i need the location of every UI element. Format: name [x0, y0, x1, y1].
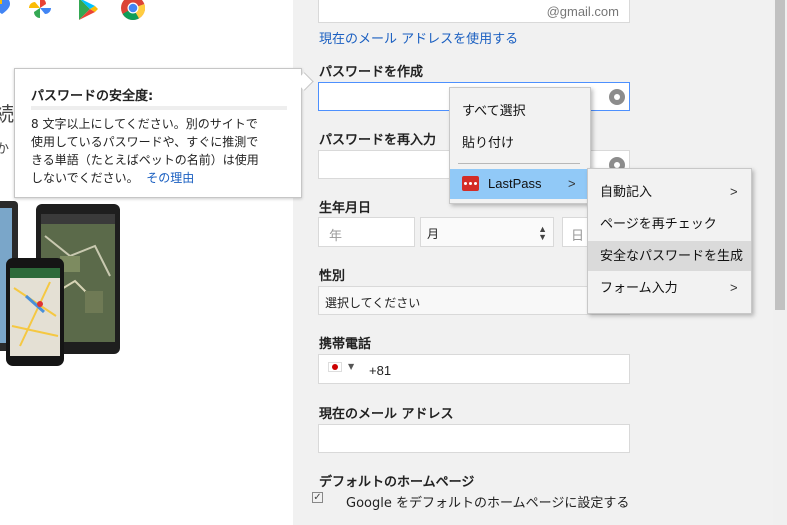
tooltip-line: 8 文字以上にしてください。別のサイトで [31, 117, 258, 131]
birth-year-placeholder: 年 [329, 228, 343, 243]
mobile-input[interactable]: +81 [318, 354, 630, 384]
lastpass-logo-icon [462, 176, 479, 191]
current-email-input[interactable] [318, 424, 630, 453]
password-strength-bar [31, 106, 287, 110]
confirm-password-label: パスワードを再入力 [319, 133, 437, 148]
mobile-label: 携帯電話 [319, 337, 372, 352]
google-photos-icon [29, 0, 51, 18]
promo-heading-fragment: 続 [0, 102, 14, 126]
promo-text-fragment: か [0, 142, 10, 157]
google-play-icon [77, 0, 99, 20]
lastpass-submenu: 自動記入 > ページを再チェック 安全なパスワードを生成 フォーム入力 > [587, 168, 752, 314]
country-code: +81 [369, 363, 392, 378]
use-current-email-link[interactable]: 現在のメール アドレスを使用する [319, 28, 518, 47]
menu-separator [458, 163, 580, 164]
homepage-checkbox[interactable]: ✓ [312, 492, 323, 503]
birth-year-input[interactable]: 年 [318, 217, 415, 247]
password-strength-tooltip: パスワードの安全度: 8 文字以上にしてください。別のサイトで 使用しているパス… [14, 68, 302, 198]
tooltip-line: しないでください。 その理由 [31, 169, 293, 187]
menu-item-select-all[interactable]: すべて選択 [450, 96, 590, 126]
username-input[interactable]: @gmail.com [318, 0, 630, 23]
current-email-label: 現在のメール アドレス [319, 407, 454, 422]
birthday-label: 生年月日 [319, 201, 372, 216]
tooltip-body: 8 文字以上にしてください。別のサイトで 使用しているパスワードや、すぐに推測で… [31, 115, 293, 187]
tooltip-title: パスワードの安全度: [31, 89, 154, 104]
chevron-right-icon: > [730, 280, 738, 295]
devices-illustration [0, 196, 130, 371]
submenu-item-recheck-page[interactable]: ページを再チェック [588, 209, 751, 239]
tooltip-line: 使用しているパスワードや、すぐに推測で [31, 135, 259, 149]
page-scrollbar[interactable] [773, 0, 787, 525]
lastpass-label: LastPass [488, 176, 542, 191]
submenu-item-generate-password[interactable]: 安全なパスワードを生成 [588, 241, 751, 271]
country-dropdown-icon[interactable]: ▼ [348, 362, 354, 371]
why-link[interactable]: その理由 [146, 171, 194, 185]
menu-item-paste[interactable]: 貼り付け [450, 128, 590, 158]
select-arrows-icon: ▲ ▼ [538, 224, 547, 242]
birth-month-select[interactable]: 月 ▲ ▼ [420, 217, 554, 247]
lastpass-field-icon[interactable] [609, 89, 625, 105]
autofill-label: 自動記入 [600, 184, 653, 199]
chevron-right-icon: > [568, 176, 576, 191]
context-menu: すべて選択 貼り付け LastPass > [449, 87, 591, 204]
tooltip-line-text: しないでください。 [31, 171, 139, 185]
birth-day-placeholder: 日 [571, 228, 585, 243]
gender-value: 選択してください [325, 296, 421, 310]
chrome-icon [121, 0, 146, 21]
default-homepage-label: デフォルトのホームページ [319, 475, 475, 490]
fill-forms-label: フォーム入力 [600, 280, 678, 295]
gender-label: 性別 [319, 269, 346, 284]
create-password-label: パスワードを作成 [319, 65, 424, 80]
submenu-item-autofill[interactable]: 自動記入 > [588, 177, 751, 207]
submenu-item-fill-forms[interactable]: フォーム入力 > [588, 273, 751, 303]
tooltip-line: きる単語（たとえばペットの名前）は使用 [31, 153, 259, 167]
email-suffix: @gmail.com [546, 4, 619, 19]
birth-month-value: 月 [427, 227, 440, 241]
google-maps-icon [0, 0, 10, 14]
chevron-right-icon: > [730, 184, 738, 199]
scrollbar-thumb[interactable] [775, 0, 785, 310]
gender-select[interactable]: 選択してください [318, 286, 630, 315]
japan-flag-icon[interactable] [328, 362, 342, 372]
homepage-checkbox-label: Google をデフォルトのホームページに設定する [346, 496, 630, 511]
menu-item-lastpass[interactable]: LastPass > [450, 169, 590, 199]
